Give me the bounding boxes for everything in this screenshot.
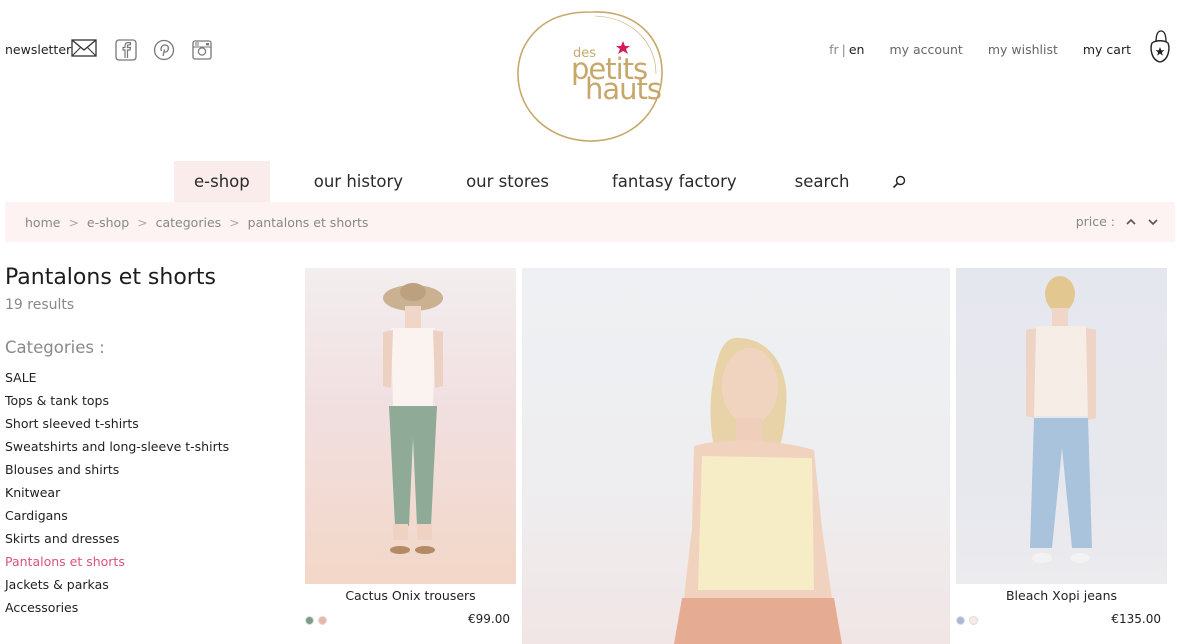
price-sort: price : xyxy=(1076,214,1159,229)
nav-our-history[interactable]: our history xyxy=(294,161,423,202)
category-item[interactable]: Blouses and shirts xyxy=(5,461,229,484)
logo-word-hauts: hauts xyxy=(585,72,662,106)
my-cart-link[interactable]: my cart xyxy=(1083,42,1131,57)
nav-our-stores[interactable]: our stores xyxy=(446,161,569,202)
color-swatch[interactable] xyxy=(318,616,327,625)
category-item[interactable]: Sweatshirts and long-sleeve t-shirts xyxy=(5,438,229,461)
language-switcher: fr | en xyxy=(829,42,864,57)
newsletter-link[interactable]: newsletter xyxy=(5,38,97,61)
price-sort-label: price : xyxy=(1075,214,1115,229)
product-name[interactable]: Bleach Xopi jeans xyxy=(956,588,1167,603)
search-icon[interactable] xyxy=(892,161,906,202)
breadcrumb-home[interactable]: home xyxy=(25,215,60,230)
pinterest-icon[interactable] xyxy=(153,39,175,61)
breadcrumb-e-shop[interactable]: e-shop xyxy=(87,215,129,230)
lang-separator: | xyxy=(841,42,846,57)
category-item[interactable]: Jackets & parkas xyxy=(5,576,229,599)
sort-ascending-icon[interactable] xyxy=(1125,216,1137,228)
social-links xyxy=(115,38,213,61)
lang-fr-link[interactable]: fr xyxy=(829,42,839,57)
brand-logo[interactable]: des petits hauts xyxy=(515,8,665,146)
color-swatches xyxy=(956,616,978,625)
color-swatch[interactable] xyxy=(305,616,314,625)
nav-e-shop[interactable]: e-shop xyxy=(174,161,270,202)
breadcrumb-separator: > xyxy=(68,215,79,230)
envelope-icon xyxy=(71,38,97,61)
newsletter-label: newsletter xyxy=(5,42,72,57)
shopping-bag-icon[interactable] xyxy=(1149,30,1171,64)
nav-search[interactable]: search xyxy=(775,161,870,202)
breadcrumb-separator: > xyxy=(229,215,240,230)
category-item[interactable]: Accessories xyxy=(5,599,229,622)
breadcrumb-categories[interactable]: categories xyxy=(156,215,222,230)
category-item[interactable]: Tops & tank tops xyxy=(5,392,229,415)
category-item[interactable]: Skirts and dresses xyxy=(5,530,229,553)
nav-fantasy-factory[interactable]: fantasy factory xyxy=(592,161,757,202)
product-price: €99.00 xyxy=(468,612,510,626)
category-item[interactable]: Knitwear xyxy=(5,484,229,507)
color-swatches xyxy=(305,616,327,625)
product-price: €135.00 xyxy=(1111,612,1161,626)
color-swatch[interactable] xyxy=(956,616,965,625)
product-photo[interactable] xyxy=(956,268,1167,584)
category-item[interactable]: Short sleeved t-shirts xyxy=(5,415,229,438)
results-count: 19 results xyxy=(5,297,75,313)
my-account-link[interactable]: my account xyxy=(889,42,962,57)
header-left: newsletter xyxy=(5,38,213,61)
sort-descending-icon[interactable] xyxy=(1147,216,1159,228)
breadcrumb-bar: home > e-shop > categories > pantalons e… xyxy=(5,202,1175,242)
lang-en-link[interactable]: en xyxy=(849,42,865,57)
main-nav: e-shop our history our stores fantasy fa… xyxy=(174,161,906,202)
page-title: Pantalons et shorts xyxy=(5,265,216,290)
header-right: fr | en my account my wishlist my cart xyxy=(829,30,1170,63)
product-name[interactable]: Cactus Onix trousers xyxy=(305,588,516,603)
category-item[interactable]: SALE xyxy=(5,369,229,392)
breadcrumb-separator: > xyxy=(137,215,148,230)
category-item-active[interactable]: Pantalons et shorts xyxy=(5,553,229,576)
category-list: SALE Tops & tank tops Short sleeved t-sh… xyxy=(5,369,229,622)
product-photo[interactable] xyxy=(305,268,516,584)
product-photo[interactable] xyxy=(522,268,950,644)
breadcrumb: home > e-shop > categories > pantalons e… xyxy=(25,215,368,230)
my-wishlist-link[interactable]: my wishlist xyxy=(988,42,1058,57)
categories-heading: Categories : xyxy=(5,338,105,357)
instagram-icon[interactable] xyxy=(191,39,213,61)
breadcrumb-current: pantalons et shorts xyxy=(247,215,369,230)
category-item[interactable]: Cardigans xyxy=(5,507,229,530)
facebook-icon[interactable] xyxy=(115,38,137,61)
color-swatch[interactable] xyxy=(969,616,978,625)
